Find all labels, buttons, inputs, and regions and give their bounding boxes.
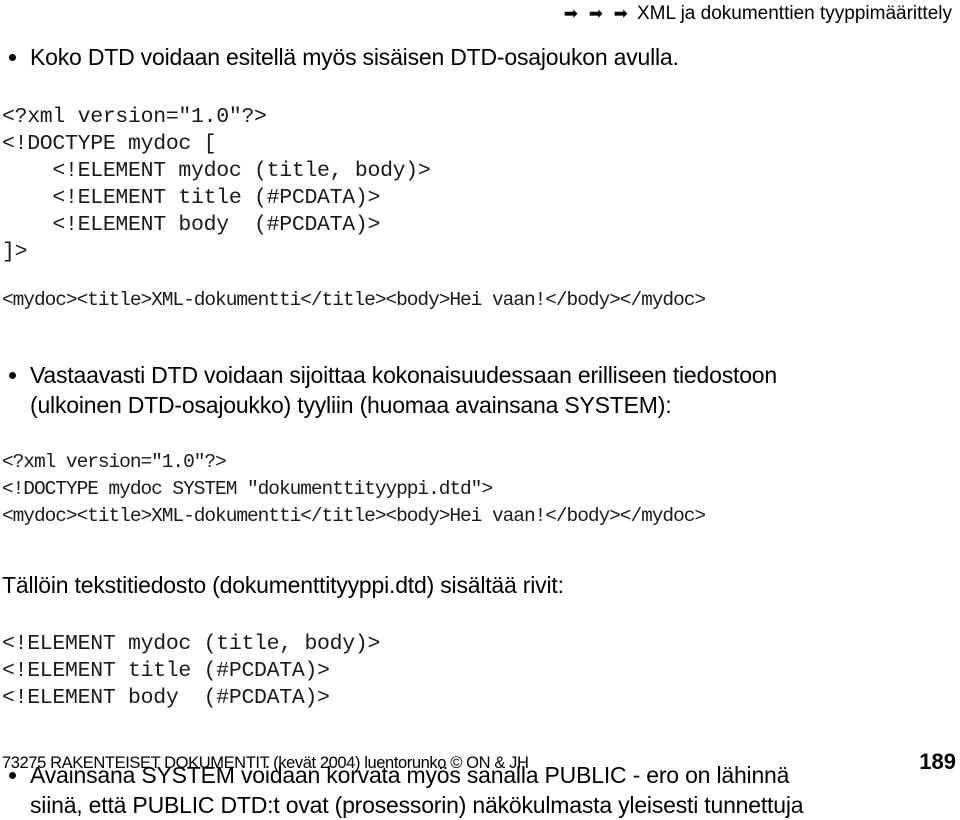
bullet-item-external-dtd: Vastaavasti DTD voidaan sijoittaa kokona…	[0, 360, 960, 420]
bullet-item-public-keyword-line2: siinä, että PUBLIC DTD:t ovat (prosessor…	[30, 791, 804, 818]
arrow-right-icon: ➡ ➡ ➡	[563, 4, 631, 23]
slide-footer: 73275 RAKENTEISET DOKUMENTIT (kevät 2004…	[0, 747, 960, 775]
footer-course-info: 73275 RAKENTEISET DOKUMENTIT (kevät 2004…	[2, 754, 529, 772]
code-block-internal-dtd-instance: <mydoc><title>XML-dokumentti</title><bod…	[2, 289, 706, 311]
slide-header-title: XML ja dokumenttien tyyppimäärittely	[636, 3, 952, 24]
bullet-item-external-dtd-line1: Vastaavasti DTD voidaan sijoittaa kokona…	[30, 361, 777, 388]
code-block-dtd-file: <!ELEMENT mydoc (title, body)> <!ELEMENT…	[2, 632, 381, 710]
slide-content: Koko DTD voidaan esitellä myös sisäisen …	[0, 42, 960, 820]
bullet-item-internal-dtd: Koko DTD voidaan esitellä myös sisäisen …	[0, 42, 960, 72]
bullet-dot-icon	[9, 371, 16, 379]
code-block-internal-dtd: <?xml version="1.0"?> <!DOCTYPE mydoc [ …	[2, 104, 431, 264]
bullet-dot-icon	[9, 54, 16, 61]
code-block-external-dtd: <?xml version="1.0"?> <!DOCTYPE mydoc SY…	[2, 451, 706, 527]
paragraph-dtd-file-contents: Tällöin tekstitiedosto (dokumenttityyppi…	[2, 571, 564, 598]
bullet-item-internal-dtd-text: Koko DTD voidaan esitellä myös sisäisen …	[30, 44, 679, 70]
footer-page-number: 189	[919, 749, 956, 774]
slide-header: ➡ ➡ ➡ XML ja dokumenttien tyyppimäärittel…	[0, 2, 952, 26]
bullet-item-external-dtd-line2: (ulkoinen DTD-osajoukko) tyyliin (huomaa…	[30, 391, 672, 418]
